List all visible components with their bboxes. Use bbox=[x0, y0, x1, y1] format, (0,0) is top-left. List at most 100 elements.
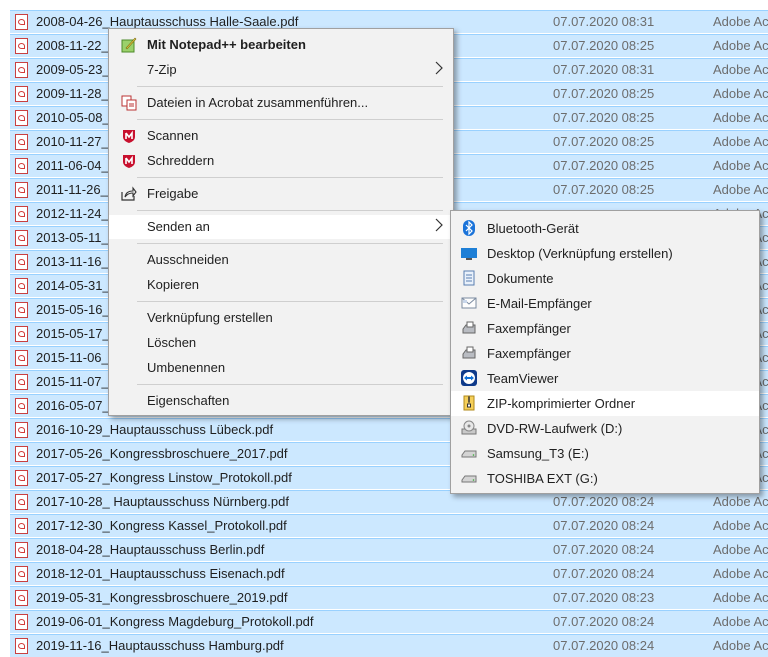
menu-item-properties[interactable]: Eigenschaften bbox=[109, 389, 453, 413]
sendto-item-toshiba[interactable]: TOSHIBA EXT (G:) bbox=[451, 466, 759, 491]
file-row[interactable]: 2018-12-01_Hauptausschuss Eisenach.pdf 07… bbox=[10, 562, 768, 585]
file-type: Adobe Ac bbox=[713, 182, 768, 197]
zip-folder-icon bbox=[461, 395, 477, 411]
pdf-file-icon bbox=[15, 422, 28, 438]
pdf-file-icon bbox=[15, 158, 28, 174]
menu-item-send-to[interactable]: Senden an bbox=[109, 215, 453, 239]
mcafee-shield-icon bbox=[121, 128, 137, 144]
sendto-item-fax-1[interactable]: Faxempfänger bbox=[451, 316, 759, 341]
pdf-file-icon bbox=[15, 398, 28, 414]
file-date: 07.07.2020 08:24 bbox=[553, 614, 655, 629]
file-row[interactable]: 2019-05-31_Kongressbroschuere_2019.pdf 07… bbox=[10, 586, 768, 609]
menu-item-cut[interactable]: Ausschneiden bbox=[109, 248, 453, 272]
pdf-file-icon bbox=[15, 566, 28, 582]
menu-label-scan: Scannen bbox=[147, 128, 199, 143]
file-name: 2019-11-16_Hauptausschuss Hamburg.pdf bbox=[36, 638, 284, 653]
sendto-item-bluetooth[interactable]: Bluetooth-Gerät bbox=[451, 216, 759, 241]
file-name: 2015-11-07_ bbox=[36, 374, 109, 389]
pdf-file-icon bbox=[15, 446, 28, 462]
pdf-file-icon bbox=[15, 38, 28, 54]
menu-separator bbox=[137, 119, 443, 120]
file-row[interactable]: 2017-12-30_Kongress Kassel_Protokoll.pdf… bbox=[10, 514, 768, 537]
file-name: 2017-10-28_ Hauptausschuss Nürnberg.pdf bbox=[36, 494, 289, 509]
pdf-file-icon bbox=[15, 638, 28, 654]
menu-separator bbox=[137, 384, 443, 385]
file-date: 07.07.2020 08:31 bbox=[553, 62, 655, 77]
mail-recipient-icon bbox=[461, 295, 477, 311]
desktop-icon bbox=[461, 245, 477, 261]
sendto-item-fax-2[interactable]: Faxempfänger bbox=[451, 341, 759, 366]
sendto-label-zip: ZIP-komprimierter Ordner bbox=[487, 396, 636, 411]
file-type: Adobe Ac bbox=[713, 62, 768, 77]
sendto-item-zip[interactable]: ZIP-komprimierter Ordner bbox=[451, 391, 759, 416]
sendto-item-teamviewer[interactable]: TeamViewer bbox=[451, 366, 759, 391]
file-name: 2015-05-16_ bbox=[36, 302, 110, 317]
menu-item-shred[interactable]: Schreddern bbox=[109, 149, 453, 173]
file-date: 07.07.2020 08:25 bbox=[553, 182, 655, 197]
drive-icon bbox=[461, 470, 477, 486]
teamviewer-icon bbox=[461, 370, 477, 386]
menu-item-share[interactable]: Freigabe bbox=[109, 182, 453, 206]
file-row[interactable]: 2018-04-28_Hauptausschuss Berlin.pdf 07.0… bbox=[10, 538, 768, 561]
file-type: Adobe Ac bbox=[713, 542, 768, 557]
file-type: Adobe Ac bbox=[713, 518, 768, 533]
menu-label-copy: Kopieren bbox=[147, 277, 200, 292]
sendto-label-documents: Dokumente bbox=[487, 271, 554, 286]
pdf-file-icon bbox=[15, 614, 28, 630]
file-row[interactable]: 2019-06-01_Kongress Magdeburg_Protokoll.… bbox=[10, 610, 768, 633]
file-type: Adobe Ac bbox=[713, 110, 768, 125]
file-type: Adobe Ac bbox=[713, 566, 768, 581]
pdf-file-icon bbox=[15, 278, 28, 294]
pdf-file-icon bbox=[15, 302, 28, 318]
sendto-label-samsung: Samsung_T3 (E:) bbox=[487, 446, 589, 461]
sendto-label-fax-1: Faxempfänger bbox=[487, 321, 571, 336]
file-type: Adobe Ac bbox=[713, 638, 768, 653]
notepad-plus-icon bbox=[121, 37, 137, 53]
pdf-file-icon bbox=[15, 110, 28, 126]
sendto-item-desktop[interactable]: Desktop (Verknüpfung erstellen) bbox=[451, 241, 759, 266]
sendto-item-samsung[interactable]: Samsung_T3 (E:) bbox=[451, 441, 759, 466]
file-date: 07.07.2020 08:25 bbox=[553, 158, 655, 173]
menu-label-acrobat-merge: Dateien in Acrobat zusammenführen... bbox=[147, 95, 369, 110]
menu-label-properties: Eigenschaften bbox=[147, 393, 230, 408]
menu-item-scan[interactable]: Scannen bbox=[109, 124, 453, 148]
file-type: Adobe Ac bbox=[713, 590, 768, 605]
sendto-label-desktop: Desktop (Verknüpfung erstellen) bbox=[487, 246, 673, 261]
pdf-file-icon bbox=[15, 518, 28, 534]
file-name: 2009-11-28_ bbox=[36, 86, 109, 101]
file-date: 07.07.2020 08:24 bbox=[553, 494, 655, 509]
file-date: 07.07.2020 08:25 bbox=[553, 38, 655, 53]
file-date: 07.07.2020 08:25 bbox=[553, 134, 655, 149]
pdf-file-icon bbox=[15, 326, 28, 342]
sendto-item-mail[interactable]: E-Mail-Empfänger bbox=[451, 291, 759, 316]
sendto-item-dvd[interactable]: DVD-RW-Laufwerk (D:) bbox=[451, 416, 759, 441]
pdf-file-icon bbox=[15, 14, 28, 30]
drive-icon bbox=[461, 445, 477, 461]
file-name: 2009-05-23_ bbox=[36, 62, 110, 77]
menu-separator bbox=[137, 86, 443, 87]
sendto-item-documents[interactable]: Dokumente bbox=[451, 266, 759, 291]
menu-label-7zip: 7-Zip bbox=[147, 62, 177, 77]
sendto-label-fax-2: Faxempfänger bbox=[487, 346, 571, 361]
menu-item-copy[interactable]: Kopieren bbox=[109, 273, 453, 297]
menu-item-acrobat-merge[interactable]: Dateien in Acrobat zusammenführen... bbox=[109, 91, 453, 115]
mcafee-shield-icon bbox=[121, 153, 137, 169]
fax-icon bbox=[461, 320, 477, 336]
acrobat-merge-icon bbox=[121, 95, 137, 111]
menu-separator bbox=[137, 177, 443, 178]
menu-item-7zip[interactable]: 7-Zip bbox=[109, 58, 453, 82]
menu-item-create-shortcut[interactable]: Verknüpfung erstellen bbox=[109, 306, 453, 330]
file-row[interactable]: 2019-11-16_Hauptausschuss Hamburg.pdf 07.… bbox=[10, 634, 768, 657]
menu-item-delete[interactable]: Löschen bbox=[109, 331, 453, 355]
file-type: Adobe Ac bbox=[713, 158, 768, 173]
pdf-file-icon bbox=[15, 230, 28, 246]
send-to-submenu: Bluetooth-Gerät Desktop (Verknüpfung ers… bbox=[450, 210, 760, 494]
file-date: 07.07.2020 08:23 bbox=[553, 590, 655, 605]
file-type: Adobe Ac bbox=[713, 134, 768, 149]
menu-item-rename[interactable]: Umbenennen bbox=[109, 356, 453, 380]
menu-label-delete: Löschen bbox=[147, 335, 197, 350]
context-menu: Mit Notepad++ bearbeiten 7-Zip Dateien i… bbox=[108, 28, 454, 416]
file-name: 2018-12-01_Hauptausschuss Eisenach.pdf bbox=[36, 566, 285, 581]
menu-item-notepad[interactable]: Mit Notepad++ bearbeiten bbox=[109, 33, 453, 57]
pdf-file-icon bbox=[15, 206, 28, 222]
